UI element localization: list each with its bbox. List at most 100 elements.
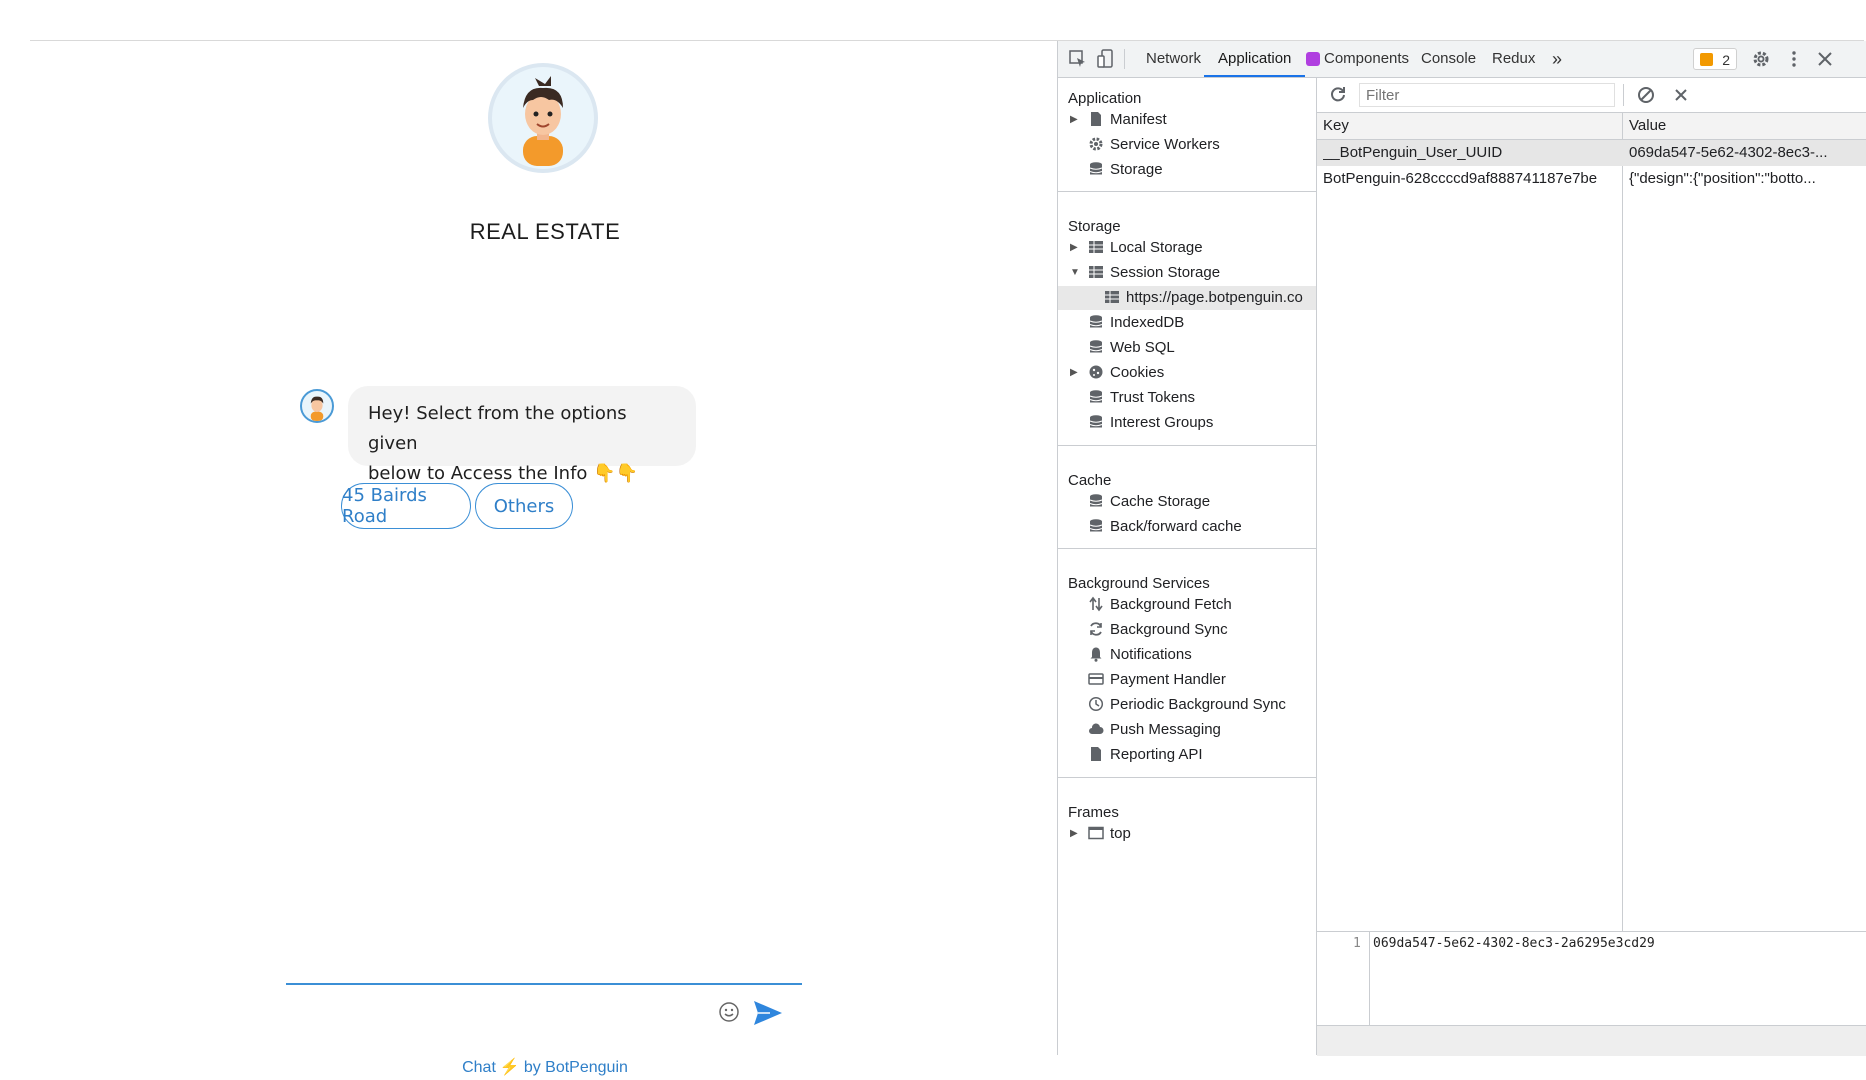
devtools-toolbar: Network Application Components Console R… [1058,41,1866,78]
tab-console[interactable]: Console [1419,41,1478,77]
section-title-frames: Frames [1068,804,1119,821]
sidebar-item-label: IndexedDB [1110,314,1185,331]
sidebar-item-session-origin[interactable]: https://page.botpenguin.co [1058,286,1316,310]
sidebar-item-periodic-background-sync[interactable]: Periodic Background Sync [1088,693,1286,717]
clock-icon [1088,696,1104,712]
sidebar-item-label: Push Messaging [1110,721,1221,738]
cookie-icon [1089,365,1103,379]
database-icon [1089,519,1103,532]
send-icon[interactable] [752,999,784,1027]
table-grid-icon [1089,241,1103,253]
frame-window-icon [1088,826,1104,840]
filter-divider [1623,84,1624,106]
sidebar-item-manifest[interactable]: ▶ Manifest [1070,108,1167,132]
tab-application[interactable]: Application [1203,41,1306,77]
device-toolbar-icon[interactable] [1096,49,1116,69]
sidebar-item-session-storage[interactable]: ▼ Session Storage [1070,261,1220,285]
credit-card-icon [1088,673,1104,685]
tab-components[interactable]: Components [1306,41,1411,77]
option-45-bairds-road-button[interactable]: 45 Bairds Road [341,483,471,529]
section-divider [1058,445,1316,446]
sidebar-item-reporting-api[interactable]: Reporting API [1088,743,1203,767]
bot-message-bubble: Hey! Select from the options given below… [348,386,696,484]
expand-arrow-icon[interactable]: ▶ [1070,108,1078,132]
section-title-storage: Storage [1068,218,1121,235]
sidebar-item-label: Cookies [1110,364,1165,381]
storage-filter-input[interactable] [1359,83,1615,107]
chat-message-input[interactable] [286,996,720,1038]
sidebar-item-cache-storage[interactable]: Cache Storage [1088,490,1210,514]
section-title-application: Application [1068,90,1142,107]
table-cell-value[interactable]: {"design":{"position":"botto... [1629,166,1861,192]
sidebar-item-web-sql[interactable]: Web SQL [1088,336,1175,360]
table-cell-key[interactable]: __BotPenguin_User_UUID [1323,140,1617,166]
collapse-arrow-icon[interactable]: ▼ [1070,261,1080,285]
storage-filter-bar [1317,78,1866,113]
value-preview-pane: 1 069da547-5e62-4302-8ec3-2a6295e3cd29 [1317,931,1866,1026]
sidebar-item-frame-top[interactable]: ▶ top [1070,822,1131,846]
kebab-menu-icon[interactable] [1784,49,1804,69]
sidebar-item-service-workers[interactable]: Service Workers [1088,133,1220,157]
tab-redux[interactable]: Redux [1490,41,1537,77]
section-divider [1058,777,1316,778]
sidebar-item-label: Back/forward cache [1110,518,1242,535]
sidebar-item-trust-tokens[interactable]: Trust Tokens [1088,386,1195,410]
preview-line-number: 1 [1353,936,1361,951]
sidebar-item-push-messaging[interactable]: Push Messaging [1088,718,1221,742]
sidebar-item-cookies[interactable]: ▶ Cookies [1070,361,1165,385]
sidebar-item-label: Background Sync [1110,621,1228,638]
footer-botpenguin-link[interactable]: by BotPenguin [524,1059,628,1076]
expand-arrow-icon[interactable]: ▶ [1070,361,1078,385]
database-icon [1089,162,1103,175]
table-cell-key[interactable]: BotPenguin-628ccccd9af888741187e7be [1323,166,1617,192]
devtools-panel: Network Application Components Console R… [1057,41,1866,1056]
inspect-element-icon[interactable] [1068,49,1088,69]
database-icon [1089,494,1103,507]
sidebar-item-local-storage[interactable]: ▶ Local Storage [1070,236,1203,260]
sync-icon [1090,622,1102,636]
chat-footer: Chat ⚡ by BotPenguin [30,1057,1060,1077]
sidebar-item-payment-handler[interactable]: Payment Handler [1088,668,1226,692]
sidebar-item-interest-groups[interactable]: Interest Groups [1088,411,1213,435]
expand-arrow-icon[interactable]: ▶ [1070,822,1078,846]
sidebar-item-back-forward-cache[interactable]: Back/forward cache [1088,515,1242,539]
emoji-icon[interactable] [718,1001,740,1023]
section-divider [1058,548,1316,549]
sidebar-item-background-sync[interactable]: Background Sync [1088,618,1228,642]
clear-all-icon[interactable] [1637,86,1655,104]
sidebar-item-label: Notifications [1110,646,1192,663]
table-cell-value[interactable]: 069da547-5e62-4302-8ec3-... [1629,140,1861,166]
bot-message-line-1: Hey! Select from the options given [368,403,627,454]
sidebar-item-label: Service Workers [1110,136,1220,153]
chat-title: REAL ESTATE [469,219,621,244]
preview-value-text[interactable]: 069da547-5e62-4302-8ec3-2a6295e3cd29 [1373,936,1655,951]
sidebar-item-notifications[interactable]: Notifications [1088,643,1192,667]
sidebar-item-storage-overview[interactable]: Storage [1088,158,1163,182]
preview-line-gutter: 1 [1317,932,1370,1026]
table-grid-icon [1089,266,1103,278]
sidebar-item-indexeddb[interactable]: IndexedDB [1088,311,1184,335]
issues-badge[interactable]: 2 [1693,48,1737,70]
delete-selected-icon[interactable] [1673,87,1689,103]
sidebar-item-background-fetch[interactable]: Background Fetch [1088,593,1232,617]
lightning-icon: ⚡ [499,1059,520,1076]
sidebar-item-label: Trust Tokens [1110,389,1196,406]
tab-network[interactable]: Network [1144,41,1203,77]
document-icon [1091,747,1101,761]
close-devtools-icon[interactable] [1815,49,1835,69]
more-tabs-chevron-icon[interactable]: » [1550,41,1564,77]
option-others-button[interactable]: Others [475,483,573,529]
footer-chat-link[interactable]: Chat [462,1059,496,1076]
column-header-key[interactable]: Key [1323,113,1613,139]
column-header-value[interactable]: Value [1629,113,1859,139]
sidebar-item-label: top [1110,825,1131,842]
refresh-icon[interactable] [1329,85,1347,103]
database-icon [1089,340,1103,353]
react-components-icon [1306,52,1320,66]
database-icon [1089,315,1103,328]
chat-input-underline [286,983,802,985]
column-divider[interactable] [1622,113,1623,931]
settings-gear-icon[interactable] [1751,49,1771,69]
expand-arrow-icon[interactable]: ▶ [1070,236,1078,260]
sidebar-item-label: Background Fetch [1110,596,1232,613]
